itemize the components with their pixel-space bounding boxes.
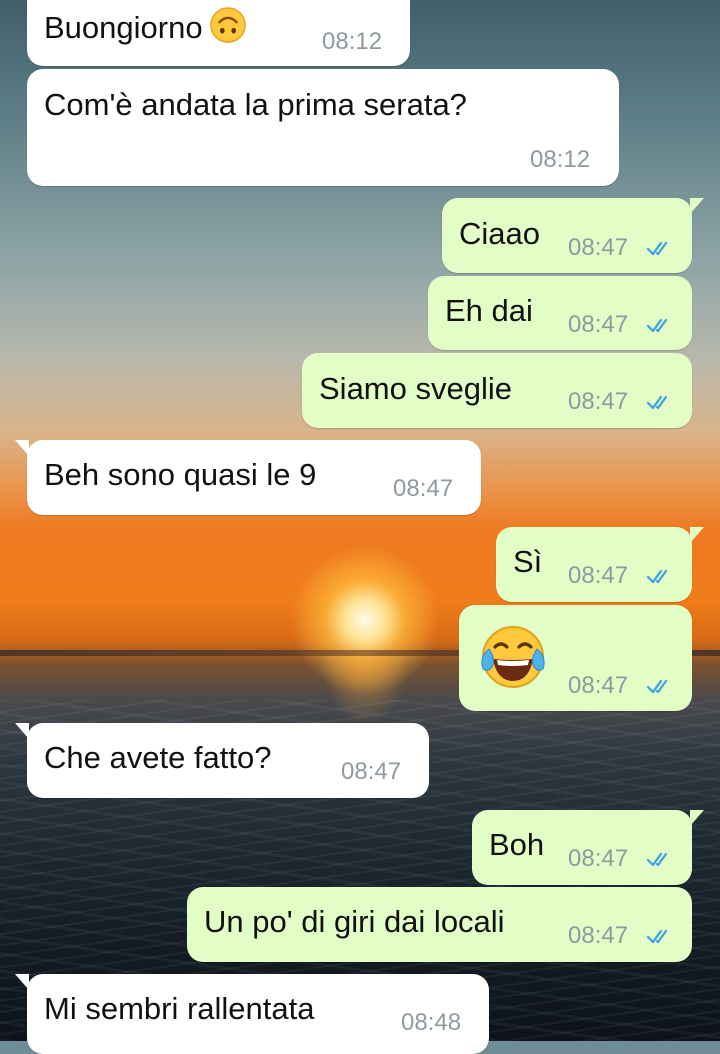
read-receipt-icon <box>646 395 668 410</box>
message-text: Buongiorno <box>44 6 247 46</box>
message-time: 08:47 <box>568 311 629 338</box>
message-time: 08:12 <box>530 146 591 173</box>
message-text: Che avete fatto? <box>44 740 272 775</box>
message-list[interactable]: Buongiorno 08:12 Com'è andata la prima s… <box>0 0 720 1054</box>
message-time: 08:12 <box>322 28 383 55</box>
message-outgoing[interactable]: Ciaao 08:47 <box>442 198 704 273</box>
message-incoming[interactable]: Beh sono quasi le 9 08:47 <box>15 440 481 515</box>
message-time: 08:47 <box>393 475 454 502</box>
message-outgoing[interactable]: Eh dai 08:47 <box>428 276 692 350</box>
message-text: Siamo sveglie <box>319 371 512 406</box>
read-receipt-icon <box>646 318 668 333</box>
message-outgoing[interactable]: Un po' di giri dai locali 08:47 <box>187 887 692 962</box>
message-time: 08:47 <box>568 234 629 261</box>
message-outgoing[interactable]: Sì 08:47 <box>496 527 704 602</box>
face-with-tears-of-joy-emoji-icon <box>481 626 545 688</box>
message-time: 08:47 <box>341 758 402 785</box>
message-time: 08:47 <box>568 845 629 872</box>
message-outgoing[interactable]: 08:47 <box>459 605 692 711</box>
upside-down-face-emoji-icon <box>209 7 246 43</box>
message-incoming[interactable]: Mi sembri rallentata 08:48 <box>15 974 489 1054</box>
message-text: Mi sembri rallentata <box>44 991 315 1026</box>
message-text: Boh <box>489 827 545 862</box>
message-text: Ciaao <box>459 216 540 251</box>
message-time: 08:47 <box>568 922 629 949</box>
message-time: 08:47 <box>568 562 629 589</box>
read-receipt-icon <box>646 852 668 867</box>
message-incoming[interactable]: Che avete fatto? 08:47 <box>15 723 429 798</box>
message-incoming[interactable]: Com'è andata la prima serata? 08:12 <box>27 69 619 186</box>
read-receipt-icon <box>646 929 668 944</box>
message-incoming[interactable]: Buongiorno 08:12 <box>27 0 410 66</box>
message-outgoing[interactable]: Siamo sveglie 08:47 <box>302 353 692 428</box>
message-time: 08:47 <box>568 388 629 415</box>
message-text: Beh sono quasi le 9 <box>44 457 317 492</box>
message-text: Un po' di giri dai locali <box>204 904 505 939</box>
read-receipt-icon <box>646 679 668 694</box>
read-receipt-icon <box>646 241 668 256</box>
message-outgoing[interactable]: Boh 08:47 <box>472 810 704 885</box>
message-text: Sì <box>513 544 543 579</box>
message-time: 08:48 <box>401 1009 462 1036</box>
read-receipt-icon <box>646 569 668 584</box>
message-text: Eh dai <box>445 293 533 328</box>
message-text: Com'è andata la prima serata? <box>44 87 467 122</box>
message-time: 08:47 <box>568 672 629 699</box>
